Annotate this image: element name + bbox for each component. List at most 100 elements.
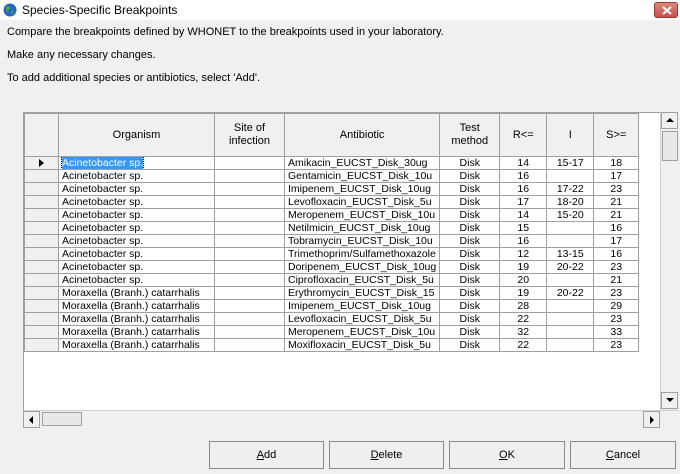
row-selector[interactable]	[24, 208, 59, 222]
table-row[interactable]: Acinetobacter sp. Ciprofloxacin_EUCST_Dis…	[24, 273, 640, 287]
cell-s[interactable]: 16	[593, 247, 640, 261]
cell-site[interactable]	[214, 338, 285, 352]
row-selector[interactable]	[24, 156, 59, 170]
row-selector[interactable]	[24, 221, 59, 235]
table-row[interactable]: Acinetobacter sp. Netilmicin_EUCST_Disk_1…	[24, 221, 640, 235]
row-selector[interactable]	[24, 273, 59, 287]
cell-s[interactable]: 21	[593, 208, 640, 222]
cell-i[interactable]	[546, 338, 595, 352]
table-row[interactable]: Acinetobacter sp. Levofloxacin_EUCST_Disk…	[24, 195, 640, 209]
scroll-up-button[interactable]	[661, 112, 678, 129]
cell-i[interactable]: 15-17	[546, 156, 595, 170]
cell-antibiotic[interactable]: Imipenem_EUCST_Disk_10ug	[283, 182, 441, 196]
row-selector[interactable]	[24, 169, 59, 183]
cell-antibiotic[interactable]: Doripenem_EUCST_Disk_10ug	[283, 260, 441, 274]
cell-site[interactable]	[214, 260, 285, 274]
cell-r[interactable]: 20	[499, 273, 548, 287]
row-selector[interactable]	[24, 195, 59, 209]
cell-organism[interactable]: Acinetobacter sp.	[58, 182, 215, 196]
horizontal-scroll-thumb[interactable]	[42, 412, 82, 426]
cell-test-method[interactable]: Disk	[439, 260, 501, 274]
row-selector[interactable]	[24, 260, 59, 274]
cell-site[interactable]	[214, 273, 285, 287]
cell-i[interactable]	[546, 299, 595, 313]
cell-test-method[interactable]: Disk	[439, 247, 501, 261]
cell-i[interactable]	[546, 325, 595, 339]
cell-organism[interactable]: Moraxella (Branh.) catarrhalis	[58, 286, 215, 300]
row-selector[interactable]	[24, 338, 59, 352]
table-row[interactable]: Acinetobacter sp. Trimethoprim/Sulfametho…	[24, 247, 640, 261]
cell-site[interactable]	[214, 299, 285, 313]
cell-organism[interactable]: Moraxella (Branh.) catarrhalis	[58, 312, 215, 326]
cell-test-method[interactable]: Disk	[439, 286, 501, 300]
close-button[interactable]	[654, 2, 678, 18]
cell-r[interactable]: 22	[499, 312, 548, 326]
cell-antibiotic[interactable]: Gentamicin_EUCST_Disk_10u	[283, 169, 441, 183]
cell-site[interactable]	[214, 247, 285, 261]
cell-test-method[interactable]: Disk	[439, 299, 501, 313]
cell-organism[interactable]: Moraxella (Branh.) catarrhalis	[58, 338, 215, 352]
cell-antibiotic[interactable]: Ciprofloxacin_EUCST_Disk_5u	[283, 273, 441, 287]
cell-test-method[interactable]: Disk	[439, 221, 501, 235]
horizontal-scrollbar[interactable]	[23, 410, 678, 428]
table-row[interactable]: Moraxella (Branh.) catarrhalis Meropenem_…	[24, 325, 640, 339]
cell-s[interactable]: 18	[593, 156, 640, 170]
cell-i[interactable]: 20-22	[546, 260, 595, 274]
ok-button[interactable]: OK	[449, 441, 565, 469]
cell-r[interactable]: 15	[499, 221, 548, 235]
cell-i[interactable]	[546, 273, 595, 287]
cell-organism[interactable]: Acinetobacter sp.	[58, 156, 215, 170]
cell-antibiotic[interactable]: Tobramycin_EUCST_Disk_10u	[283, 234, 441, 248]
cell-antibiotic[interactable]: Meropenem_EUCST_Disk_10u	[283, 325, 441, 339]
cell-s[interactable]: 23	[593, 312, 640, 326]
row-selector[interactable]	[24, 286, 59, 300]
row-selector[interactable]	[24, 299, 59, 313]
header-site[interactable]: Site of infection	[214, 113, 285, 157]
scroll-left-button[interactable]	[23, 411, 40, 428]
cell-s[interactable]: 17	[593, 234, 640, 248]
cell-organism[interactable]: Acinetobacter sp.	[58, 169, 215, 183]
table-row[interactable]: Acinetobacter sp. Imipenem_EUCST_Disk_10u…	[24, 182, 640, 196]
table-row[interactable]: Moraxella (Branh.) catarrhalis Levofloxac…	[24, 312, 640, 326]
row-selector[interactable]	[24, 234, 59, 248]
scroll-down-button[interactable]	[661, 392, 678, 409]
cell-s[interactable]: 16	[593, 221, 640, 235]
cell-test-method[interactable]: Disk	[439, 273, 501, 287]
row-selector[interactable]	[24, 247, 59, 261]
cell-site[interactable]	[214, 234, 285, 248]
cell-i[interactable]: 17-22	[546, 182, 595, 196]
cell-site[interactable]	[214, 312, 285, 326]
cell-s[interactable]: 23	[593, 182, 640, 196]
cell-i[interactable]	[546, 312, 595, 326]
cell-r[interactable]: 16	[499, 169, 548, 183]
cell-test-method[interactable]: Disk	[439, 325, 501, 339]
cell-organism[interactable]: Acinetobacter sp.	[58, 260, 215, 274]
cell-organism[interactable]: Acinetobacter sp.	[58, 195, 215, 209]
cell-test-method[interactable]: Disk	[439, 195, 501, 209]
breakpoints-grid[interactable]: Organism Site of infection Antibiotic Tes…	[23, 112, 678, 427]
header-test-method[interactable]: Test method	[439, 113, 501, 157]
row-selector[interactable]	[24, 182, 59, 196]
row-selector[interactable]	[24, 325, 59, 339]
cell-test-method[interactable]: Disk	[439, 234, 501, 248]
cell-antibiotic[interactable]: Imipenem_EUCST_Disk_10ug	[283, 299, 441, 313]
cell-organism[interactable]: Acinetobacter sp.	[58, 208, 215, 222]
cell-s[interactable]: 23	[593, 260, 640, 274]
cell-s[interactable]: 29	[593, 299, 640, 313]
cell-test-method[interactable]: Disk	[439, 182, 501, 196]
cell-r[interactable]: 28	[499, 299, 548, 313]
cell-organism[interactable]: Moraxella (Branh.) catarrhalis	[58, 299, 215, 313]
table-row[interactable]: Moraxella (Branh.) catarrhalis Imipenem_E…	[24, 299, 640, 313]
cell-test-method[interactable]: Disk	[439, 169, 501, 183]
cell-r[interactable]: 12	[499, 247, 548, 261]
header-i[interactable]: I	[546, 113, 595, 157]
cell-r[interactable]: 14	[499, 208, 548, 222]
cell-i[interactable]: 13-15	[546, 247, 595, 261]
cell-antibiotic[interactable]: Moxifloxacin_EUCST_Disk_5u	[283, 338, 441, 352]
cell-site[interactable]	[214, 156, 285, 170]
cell-organism[interactable]: Moraxella (Branh.) catarrhalis	[58, 325, 215, 339]
header-antibiotic[interactable]: Antibiotic	[283, 113, 441, 157]
cell-i[interactable]: 18-20	[546, 195, 595, 209]
scroll-right-button[interactable]	[643, 411, 660, 428]
cell-organism[interactable]: Acinetobacter sp.	[58, 273, 215, 287]
